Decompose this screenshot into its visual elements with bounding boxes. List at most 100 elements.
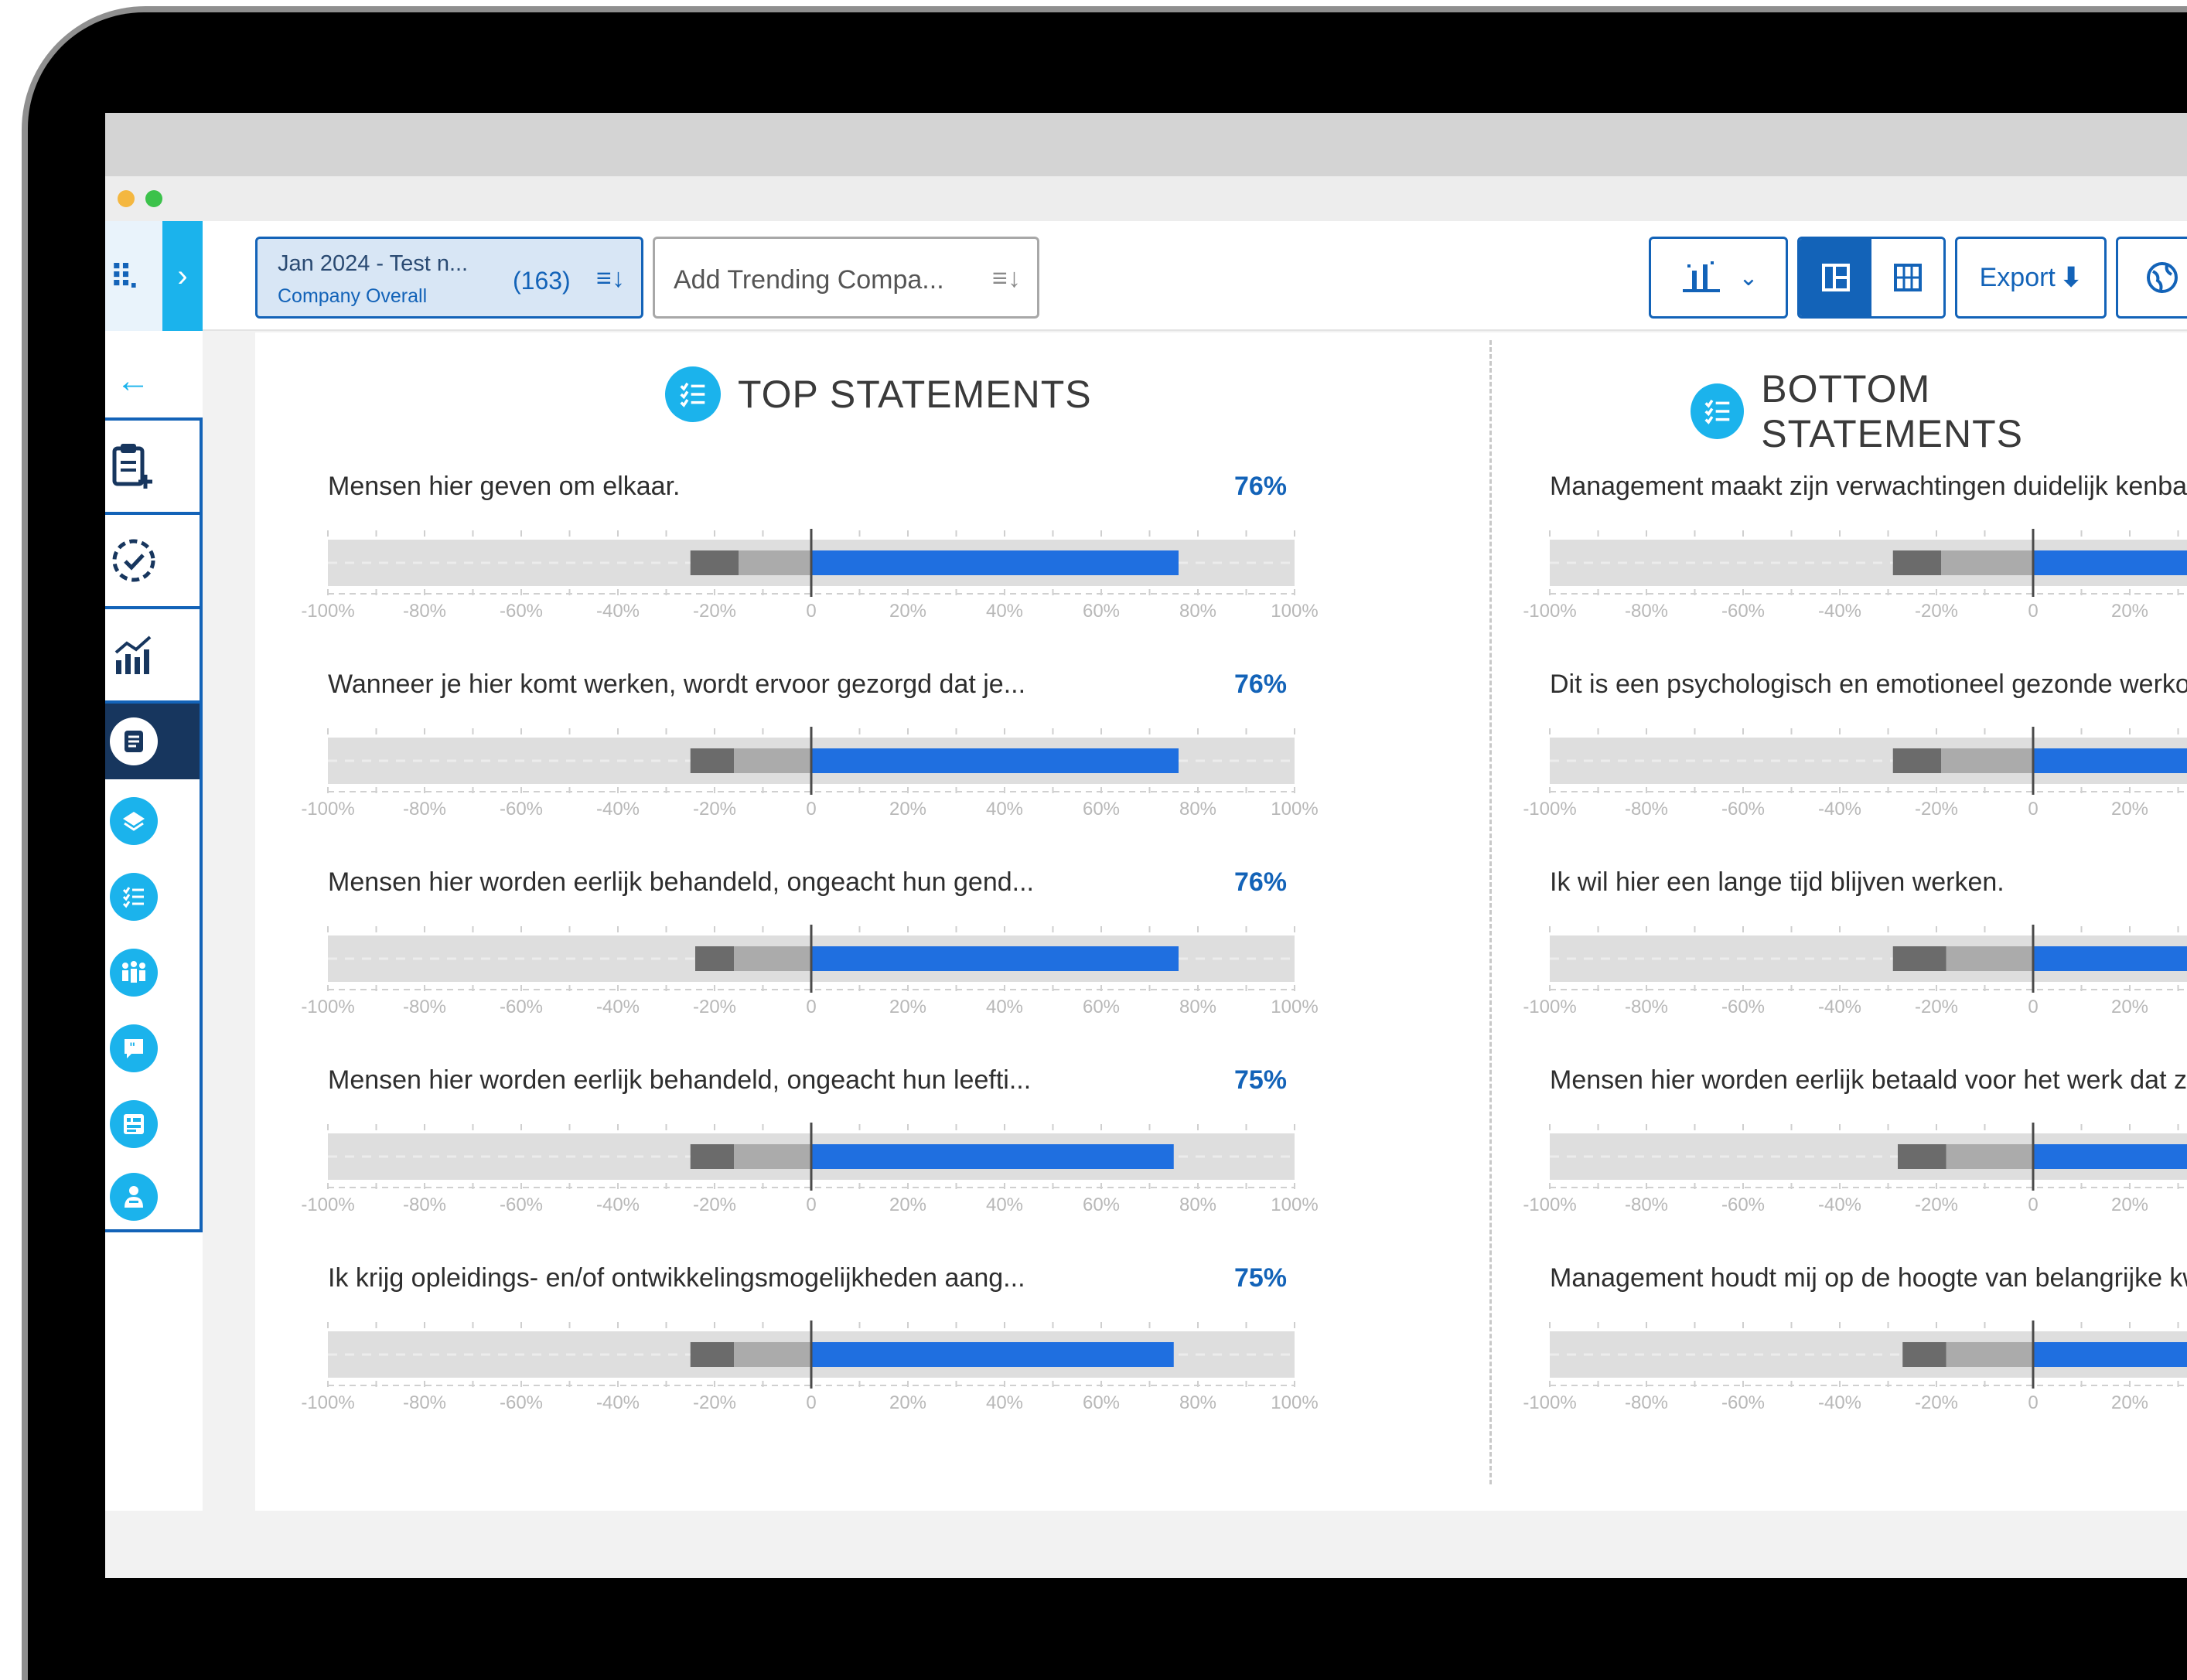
svg-text:": " <box>129 1040 135 1055</box>
sidebar-item-analytics[interactable] <box>105 609 200 700</box>
statement-row[interactable]: Management houdt mij op de hoogte van be… <box>1523 1263 2187 1461</box>
filter-title: Jan 2024 - Test n... <box>278 251 469 276</box>
statement-row[interactable]: Ik wil hier een lange tijd blijven werke… <box>1523 867 2187 1065</box>
axis-tick-label: -80% <box>1625 1194 1668 1215</box>
statement-row[interactable]: Mensen hier worden eerlijk behandeld, on… <box>301 1065 1333 1263</box>
chart-type-dropdown[interactable]: ⌄ <box>1649 237 1788 319</box>
statement-label: Wanneer je hier komt werken, wordt ervoo… <box>328 670 1026 699</box>
negative-bar <box>690 1144 734 1169</box>
axis-tick-label: -40% <box>596 799 640 820</box>
statement-row[interactable]: Mensen hier worden eerlijk behandeld, on… <box>301 867 1333 1065</box>
chevron-down-icon: ⌄ <box>1738 264 1759 291</box>
axis-tick-label: 80% <box>1179 997 1216 1017</box>
expand-sidebar-button[interactable]: › <box>162 221 203 331</box>
sidebar-item-layers[interactable] <box>105 784 200 858</box>
positive-bar <box>2033 550 2187 575</box>
person-icon <box>110 1173 158 1221</box>
axis-tick-label: 20% <box>889 799 926 820</box>
negative-bar <box>1902 1342 1946 1367</box>
axis-tick-label: -40% <box>1818 799 1861 820</box>
axis-tick-label: 100% <box>1271 1392 1318 1413</box>
trend-chart-icon <box>114 636 152 674</box>
axis-tick-label: 40% <box>986 799 1023 820</box>
view-toggle <box>1797 237 1946 319</box>
survey-filter-button[interactable]: Jan 2024 - Test n... Company Overall (16… <box>255 237 643 319</box>
statement-row[interactable]: Wanneer je hier komt werken, wordt ervoo… <box>301 670 1333 867</box>
axis-tick-label: -60% <box>1721 1392 1765 1413</box>
statement-label: Ik krijg opleidings- en/of ontwikkelings… <box>328 1263 1025 1293</box>
axis-tick-label: -20% <box>693 1392 736 1413</box>
bottom-statements-header: BOTTOM STATEMENTS <box>1691 366 2187 456</box>
positive-bar <box>2033 946 2187 971</box>
sidebar-item-new-survey[interactable] <box>105 421 200 512</box>
axis-tick-label: 60% <box>1083 1392 1120 1413</box>
axis-tick-label: 0 <box>2028 997 2038 1017</box>
negative-bar <box>1892 748 1942 773</box>
axis-tick-label: 20% <box>889 1392 926 1413</box>
logo-dots-icon: ⠿. <box>110 261 138 295</box>
axis-tick-label: 80% <box>1179 1194 1216 1215</box>
statement-row[interactable]: Mensen hier geven om elkaar. 76% -100% -80%… <box>301 472 1333 670</box>
add-trending-button[interactable]: Add Trending Compa... ≡↓ <box>653 237 1039 319</box>
axis-tick-label: -40% <box>596 1392 640 1413</box>
sidebar: ← " <box>105 331 203 1511</box>
dashboard-icon <box>110 1100 158 1148</box>
axis-tick-label: -100% <box>1523 799 1576 820</box>
axis-tick-label: 20% <box>2111 601 2148 622</box>
clipboard-add-icon <box>112 444 152 489</box>
axis-tick-label: -100% <box>1523 997 1576 1017</box>
axis-tick-label: 20% <box>889 997 926 1017</box>
negative-bar <box>1898 1144 1946 1169</box>
window-top-strip <box>105 113 2187 176</box>
axis-tick-label: -60% <box>1721 799 1765 820</box>
axis-tick-label: 20% <box>2111 799 2148 820</box>
language-button[interactable] <box>2116 237 2187 319</box>
neutral-bar <box>1946 1144 2033 1169</box>
split-view-icon <box>1821 264 1850 291</box>
sidebar-item-progress[interactable] <box>105 515 200 606</box>
axis-tick-label: 0 <box>2028 799 2038 820</box>
statement-bar-chart: -100%-80%-60%-40%-20%020%40%60%80%100% <box>301 727 1319 820</box>
axis-tick-label: -100% <box>301 601 354 622</box>
export-label: Export <box>1979 262 2056 292</box>
grid-view-button[interactable] <box>1871 239 1943 316</box>
axis-tick-label: -40% <box>596 601 640 622</box>
split-view-button[interactable] <box>1800 239 1871 316</box>
section-divider <box>1489 340 1492 1484</box>
positive-bar <box>2033 748 2187 773</box>
section-title: TOP STATEMENTS <box>738 373 1092 416</box>
statement-bar-chart: -100%-80%-60%-40%-20%020%40%60%80%100% <box>1523 727 2187 820</box>
sidebar-item-reports[interactable] <box>105 704 200 779</box>
statement-bar-chart: -100%-80%-60%-40%-20%020%40%60%80%100% <box>1523 529 2187 622</box>
statement-label: Mensen hier worden eerlijk behandeld, on… <box>328 867 1034 897</box>
sidebar-item-profile[interactable] <box>105 1161 200 1232</box>
statement-row[interactable]: Dit is een psychologisch en emotioneel g… <box>1523 670 2187 867</box>
title-bar <box>105 176 2187 221</box>
sidebar-item-statements[interactable] <box>105 860 200 934</box>
circle-check-icon <box>112 539 155 582</box>
axis-tick-label: -60% <box>1721 1194 1765 1215</box>
app-logo: ⠿. <box>105 221 162 331</box>
axis-tick-label: -40% <box>1818 997 1861 1017</box>
statement-bar-chart: -100%-80%-60%-40%-20%020%40%60%80%100% <box>301 1123 1319 1215</box>
export-button[interactable]: Export ⬇ <box>1955 237 2107 319</box>
axis-tick-label: -20% <box>693 601 736 622</box>
axis-tick-label: 40% <box>986 1392 1023 1413</box>
sidebar-item-heatmap[interactable] <box>105 1087 200 1161</box>
people-group-icon <box>110 949 158 997</box>
maximize-dot[interactable] <box>145 190 162 207</box>
statement-row[interactable]: Mensen hier worden eerlijk betaald voor … <box>1523 1065 2187 1263</box>
neutral-bar <box>734 748 811 773</box>
statement-row[interactable]: Management maakt zijn verwachtingen duid… <box>1523 472 2187 670</box>
chevron-right-icon: › <box>177 258 188 293</box>
statement-bar-chart: -100%-80%-60%-40%-20%020%40%60%80%100% <box>1523 1123 2187 1215</box>
sidebar-item-comments[interactable]: " <box>105 1011 200 1085</box>
back-arrow-icon[interactable]: ← <box>116 362 150 400</box>
positive-bar <box>811 1144 1174 1169</box>
axis-tick-label: -60% <box>500 1194 543 1215</box>
statement-row[interactable]: Ik krijg opleidings- en/of ontwikkelings… <box>301 1263 1333 1461</box>
positive-bar <box>811 1342 1174 1367</box>
axis-tick-label: 100% <box>1271 1194 1318 1215</box>
sidebar-item-demographics[interactable] <box>105 935 200 1010</box>
minimize-dot[interactable] <box>118 190 135 207</box>
